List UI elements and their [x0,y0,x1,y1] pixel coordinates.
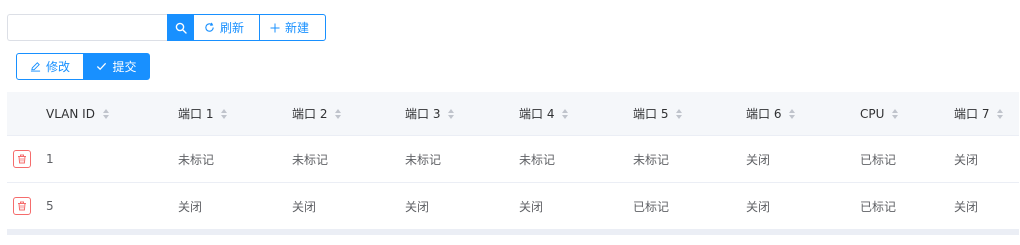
cell-port-1: 未标记 [178,152,215,167]
column-header-port-7[interactable]: 端口 7 [954,92,1004,135]
sort-icon[interactable] [676,108,683,119]
cell-port-6: 关闭 [746,152,771,167]
cell-port-4: 关闭 [519,199,544,214]
cell-port-7: 关闭 [954,152,979,167]
cell-port-5: 未标记 [633,152,670,167]
cell-cpu: 已标记 [860,199,897,214]
refresh-button[interactable]: 刷新 [193,14,260,41]
column-header-port-1[interactable]: 端口 1 [178,92,228,135]
edit-label: 修改 [45,60,70,74]
sort-icon[interactable] [997,108,1004,119]
vlan-table: VLAN ID 端口 1 端口 2 端口 3 端口 4 端口 5 端口 6 CP… [7,92,1019,235]
cell-port-4: 未标记 [519,152,556,167]
refresh-icon [205,22,214,32]
trash-icon [18,154,26,164]
column-header-port-6[interactable]: 端口 6 [746,92,796,135]
sort-icon[interactable] [789,108,796,119]
column-header-port-2[interactable]: 端口 2 [292,92,342,135]
new-button[interactable]: 新建 [259,14,326,41]
cell-vlan-id: 1 [46,152,54,166]
search-input[interactable] [7,14,167,41]
cell-port-5: 已标记 [633,199,670,214]
new-label: 新建 [285,21,310,35]
cell-vlan-id: 5 [46,199,54,213]
sort-icon[interactable] [335,108,342,119]
cell-cpu: 已标记 [860,152,897,167]
table-row: 1 未标记 未标记 未标记 未标记 未标记 关闭 已标记 关闭 [7,136,1019,183]
column-header-port-3[interactable]: 端口 3 [405,92,455,135]
plus-icon [270,23,280,32]
sort-icon[interactable] [892,108,899,119]
sort-icon[interactable] [448,108,455,119]
pencil-icon [30,62,41,72]
cell-port-3: 未标记 [405,152,442,167]
table-row: 5 关闭 关闭 关闭 关闭 已标记 关闭 已标记 关闭 [7,183,1019,230]
sort-icon[interactable] [562,108,569,119]
column-header-port-4[interactable]: 端口 4 [519,92,569,135]
search-icon [175,22,187,34]
search-button[interactable] [167,14,194,41]
edit-button[interactable]: 修改 [16,53,84,80]
column-header-cpu[interactable]: CPU [860,92,899,135]
sort-icon[interactable] [221,108,228,119]
submit-button[interactable]: 提交 [83,53,150,80]
column-header-vlan-id[interactable]: VLAN ID [46,92,109,135]
cell-port-2: 未标记 [292,152,329,167]
table-header: VLAN ID 端口 1 端口 2 端口 3 端口 4 端口 5 端口 6 CP… [7,92,1019,136]
refresh-label: 刷新 [220,21,245,35]
cell-port-2: 关闭 [292,199,317,214]
cell-port-1: 关闭 [178,199,203,214]
submit-label: 提交 [112,60,137,74]
cell-port-3: 关闭 [405,199,430,214]
column-header-port-5[interactable]: 端口 5 [633,92,683,135]
cell-port-6: 关闭 [746,199,771,214]
check-icon [97,62,107,71]
delete-row-button[interactable] [13,150,31,168]
trash-icon [18,201,26,211]
cell-port-7: 关闭 [954,199,979,214]
delete-row-button[interactable] [13,197,31,215]
table-scrollbar[interactable] [7,230,1019,235]
sort-icon[interactable] [102,108,109,119]
